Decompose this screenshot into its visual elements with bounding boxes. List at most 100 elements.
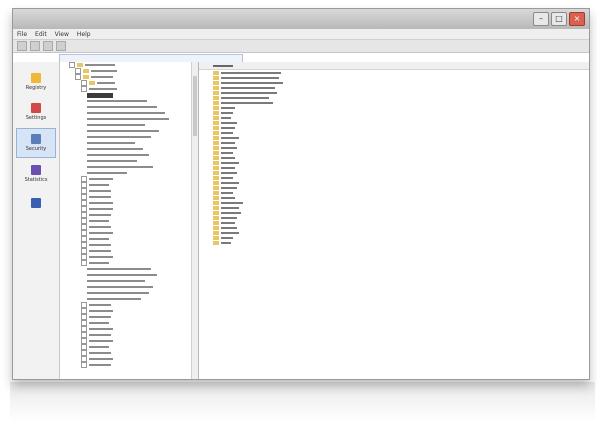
folder-label bbox=[221, 111, 233, 114]
folder-icon bbox=[213, 80, 219, 85]
folder-icon bbox=[213, 140, 219, 145]
folder-pane-header bbox=[199, 62, 589, 70]
tree-label bbox=[97, 82, 115, 84]
tree-scroll-thumb[interactable] bbox=[193, 76, 197, 136]
tree-label bbox=[89, 238, 109, 240]
close-icon: × bbox=[573, 14, 581, 23]
tree-label bbox=[87, 142, 135, 144]
tree-row[interactable] bbox=[60, 362, 198, 368]
folder-label bbox=[221, 156, 235, 159]
menu-view[interactable]: View bbox=[55, 31, 69, 38]
menu-edit[interactable]: Edit bbox=[35, 31, 47, 38]
tree-label bbox=[89, 88, 117, 90]
folder-label bbox=[221, 216, 237, 219]
menu-file[interactable]: File bbox=[17, 31, 27, 38]
folder-label bbox=[221, 166, 235, 169]
folder-icon bbox=[213, 175, 219, 180]
folder-label bbox=[221, 226, 237, 229]
tree-label bbox=[89, 316, 111, 318]
folder-icon bbox=[213, 225, 219, 230]
tree-label bbox=[87, 274, 157, 276]
folder-label bbox=[221, 191, 233, 194]
tree-label bbox=[89, 346, 109, 348]
folder-label bbox=[221, 211, 241, 214]
folder-icon bbox=[213, 160, 219, 165]
folder-icon bbox=[77, 63, 83, 67]
tree-label bbox=[87, 124, 145, 126]
folder-icon bbox=[89, 81, 95, 85]
tree-pane bbox=[60, 62, 199, 379]
refresh-button[interactable] bbox=[56, 41, 66, 51]
sidebar-item[interactable]: Settings bbox=[16, 98, 56, 126]
tree-label bbox=[89, 334, 111, 336]
folder-label bbox=[221, 241, 231, 244]
folder-icon bbox=[83, 75, 89, 79]
expand-icon[interactable] bbox=[81, 260, 87, 266]
sidebar: Registry Settings Security Statistics bbox=[13, 62, 60, 379]
tree-label bbox=[89, 322, 109, 324]
folder-icon bbox=[213, 95, 219, 100]
forward-button[interactable] bbox=[30, 41, 40, 51]
folder-label bbox=[221, 206, 239, 209]
sidebar-item[interactable]: Security bbox=[16, 128, 56, 158]
folder-icon bbox=[213, 165, 219, 170]
tree-label bbox=[89, 244, 111, 246]
folder-label bbox=[221, 116, 231, 119]
close-button[interactable]: × bbox=[569, 12, 585, 26]
expand-icon[interactable] bbox=[81, 362, 87, 368]
tree-list bbox=[60, 62, 198, 368]
tree-scrollbar[interactable] bbox=[191, 62, 198, 379]
tree-label bbox=[89, 256, 113, 258]
tree-label bbox=[85, 64, 115, 66]
folder-icon bbox=[213, 120, 219, 125]
tree-label bbox=[89, 364, 111, 366]
tree-label bbox=[87, 268, 151, 270]
folder-label bbox=[221, 161, 239, 164]
folder-icon bbox=[213, 125, 219, 130]
sidebar-item[interactable]: Statistics bbox=[16, 160, 56, 188]
tree-label bbox=[89, 226, 111, 228]
folder-icon bbox=[213, 240, 219, 245]
folder-label bbox=[221, 96, 269, 99]
tool-icon bbox=[31, 198, 41, 208]
folder-label bbox=[221, 186, 237, 189]
menu-help[interactable]: Help bbox=[77, 31, 91, 38]
folder-label bbox=[221, 101, 273, 104]
statistics-icon bbox=[31, 165, 41, 175]
folder-label bbox=[221, 171, 237, 174]
folder-icon bbox=[213, 75, 219, 80]
folder-icon bbox=[213, 230, 219, 235]
folder-row[interactable] bbox=[199, 240, 589, 245]
folder-icon bbox=[213, 115, 219, 120]
folder-label bbox=[221, 136, 239, 139]
folder-label bbox=[221, 71, 281, 74]
tree-label bbox=[89, 310, 113, 312]
up-button[interactable] bbox=[43, 41, 53, 51]
folder-list bbox=[199, 70, 589, 245]
folder-icon bbox=[213, 90, 219, 95]
folder-icon bbox=[213, 85, 219, 90]
folder-label bbox=[221, 106, 235, 109]
expand-icon[interactable] bbox=[81, 86, 87, 92]
back-button[interactable] bbox=[17, 41, 27, 51]
tree-label bbox=[89, 184, 109, 186]
sidebar-item-label: Settings bbox=[25, 115, 47, 121]
app-window: – □ × File Edit View Help Registry Settin… bbox=[12, 8, 590, 380]
maximize-button[interactable]: □ bbox=[551, 12, 567, 26]
tree-label bbox=[89, 262, 109, 264]
tree-label bbox=[89, 196, 111, 198]
tree-label bbox=[89, 214, 111, 216]
folder-icon bbox=[213, 215, 219, 220]
sidebar-item[interactable] bbox=[16, 190, 56, 218]
minimize-button[interactable]: – bbox=[533, 12, 549, 26]
folder-label bbox=[221, 201, 243, 204]
tree-label bbox=[91, 70, 117, 72]
folder-icon bbox=[213, 130, 219, 135]
folder-icon bbox=[213, 210, 219, 215]
security-icon bbox=[31, 134, 41, 144]
title-bar[interactable]: – □ × bbox=[13, 9, 589, 29]
tree-label bbox=[87, 92, 113, 98]
sidebar-item[interactable]: Registry bbox=[16, 68, 56, 96]
folder-icon bbox=[213, 170, 219, 175]
tree-label bbox=[89, 304, 111, 306]
